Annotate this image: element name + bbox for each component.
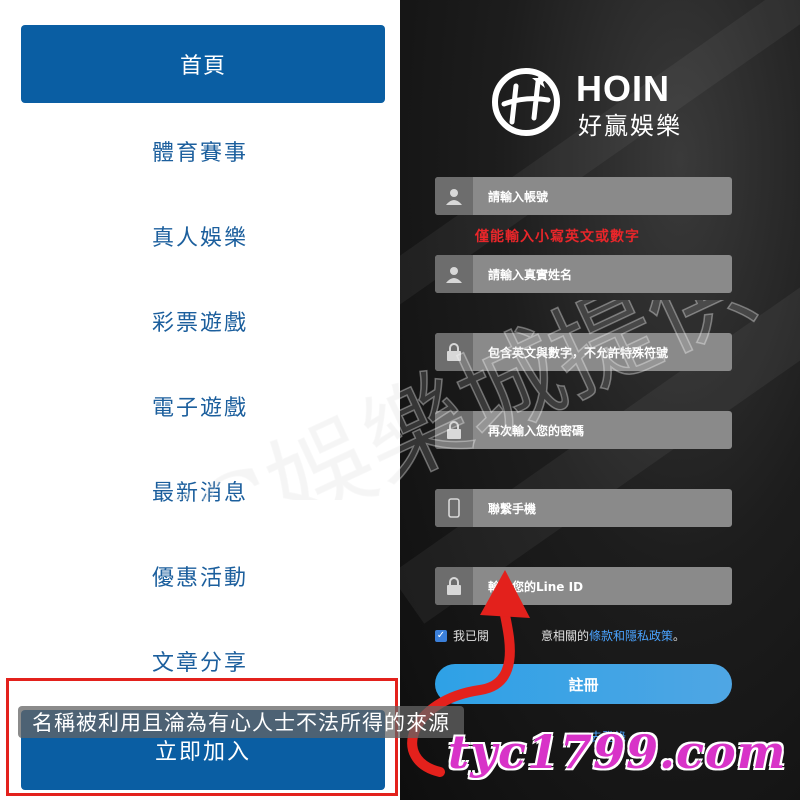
menu-item-lottery[interactable]: 彩票遊戲	[0, 305, 400, 337]
terms-link[interactable]: 條款和隱私政策	[589, 627, 673, 644]
menu-item-slots[interactable]: 電子遊戲	[0, 390, 400, 422]
agree-checkbox[interactable]: ✓	[435, 629, 447, 642]
menu-home-button[interactable]: 首頁	[21, 25, 385, 103]
line-id-field[interactable]: 輸入您的Line ID	[435, 567, 732, 605]
brand-name-en: HOIN	[576, 68, 670, 109]
phone-field[interactable]: 聯繫手機	[435, 489, 732, 527]
realname-field[interactable]: 請輸入真實姓名	[435, 255, 732, 293]
brand-logo: HOIN 好贏娛樂	[490, 66, 690, 140]
menu-item-promotions[interactable]: 優惠活動	[0, 560, 400, 592]
phone-placeholder: 聯繫手機	[488, 501, 537, 516]
lock-icon	[435, 411, 473, 449]
realname-placeholder: 請輸入真實姓名	[488, 267, 573, 282]
menu-item-articles[interactable]: 文章分享	[0, 645, 400, 677]
brand-name-zh: 好贏娛樂	[578, 112, 682, 140]
user-icon	[435, 255, 473, 293]
phone-icon	[435, 489, 473, 527]
account-placeholder: 請輸入帳號	[488, 189, 549, 204]
agree-text-suffix: 。	[673, 629, 686, 643]
confirm-password-field[interactable]: 再次輸入您的密碼	[435, 411, 732, 449]
password-placeholder: 包含英文與數字，不允許特殊符號	[488, 345, 669, 360]
site-url: tyc1799.com	[448, 725, 787, 779]
password-field[interactable]: 包含英文與數字，不允許特殊符號	[435, 333, 732, 371]
user-icon	[435, 177, 473, 215]
lock-icon	[435, 567, 473, 605]
line-id-placeholder: 輸入您的Line ID	[488, 579, 584, 594]
menu-item-sports[interactable]: 體育賽事	[0, 135, 400, 167]
menu-item-news[interactable]: 最新消息	[0, 475, 400, 507]
confirm-password-placeholder: 再次輸入您的密碼	[488, 423, 585, 438]
account-hint: 僅能輸入小寫英文或數字	[475, 229, 640, 245]
menu-item-live-casino[interactable]: 真人娛樂	[0, 220, 400, 252]
caption-banner: 名稱被利用且淪為有心人士不法所得的來源	[18, 706, 464, 738]
lock-icon	[435, 333, 473, 371]
register-panel: HOIN 好贏娛樂 請輸入帳號 僅能輸入小寫英文或數字 請輸入真實姓名 包含英文…	[400, 0, 800, 800]
terms-agreement: ✓ 我已閱 意相關的 條款和隱私政策 。	[435, 627, 685, 644]
account-field[interactable]: 請輸入帳號	[435, 177, 732, 215]
brand-logo-icon	[492, 68, 560, 136]
agree-text-mid: 意相關的	[541, 629, 590, 643]
register-button[interactable]: 註冊	[435, 664, 732, 704]
agree-text-prefix: 我已閱	[453, 629, 490, 643]
